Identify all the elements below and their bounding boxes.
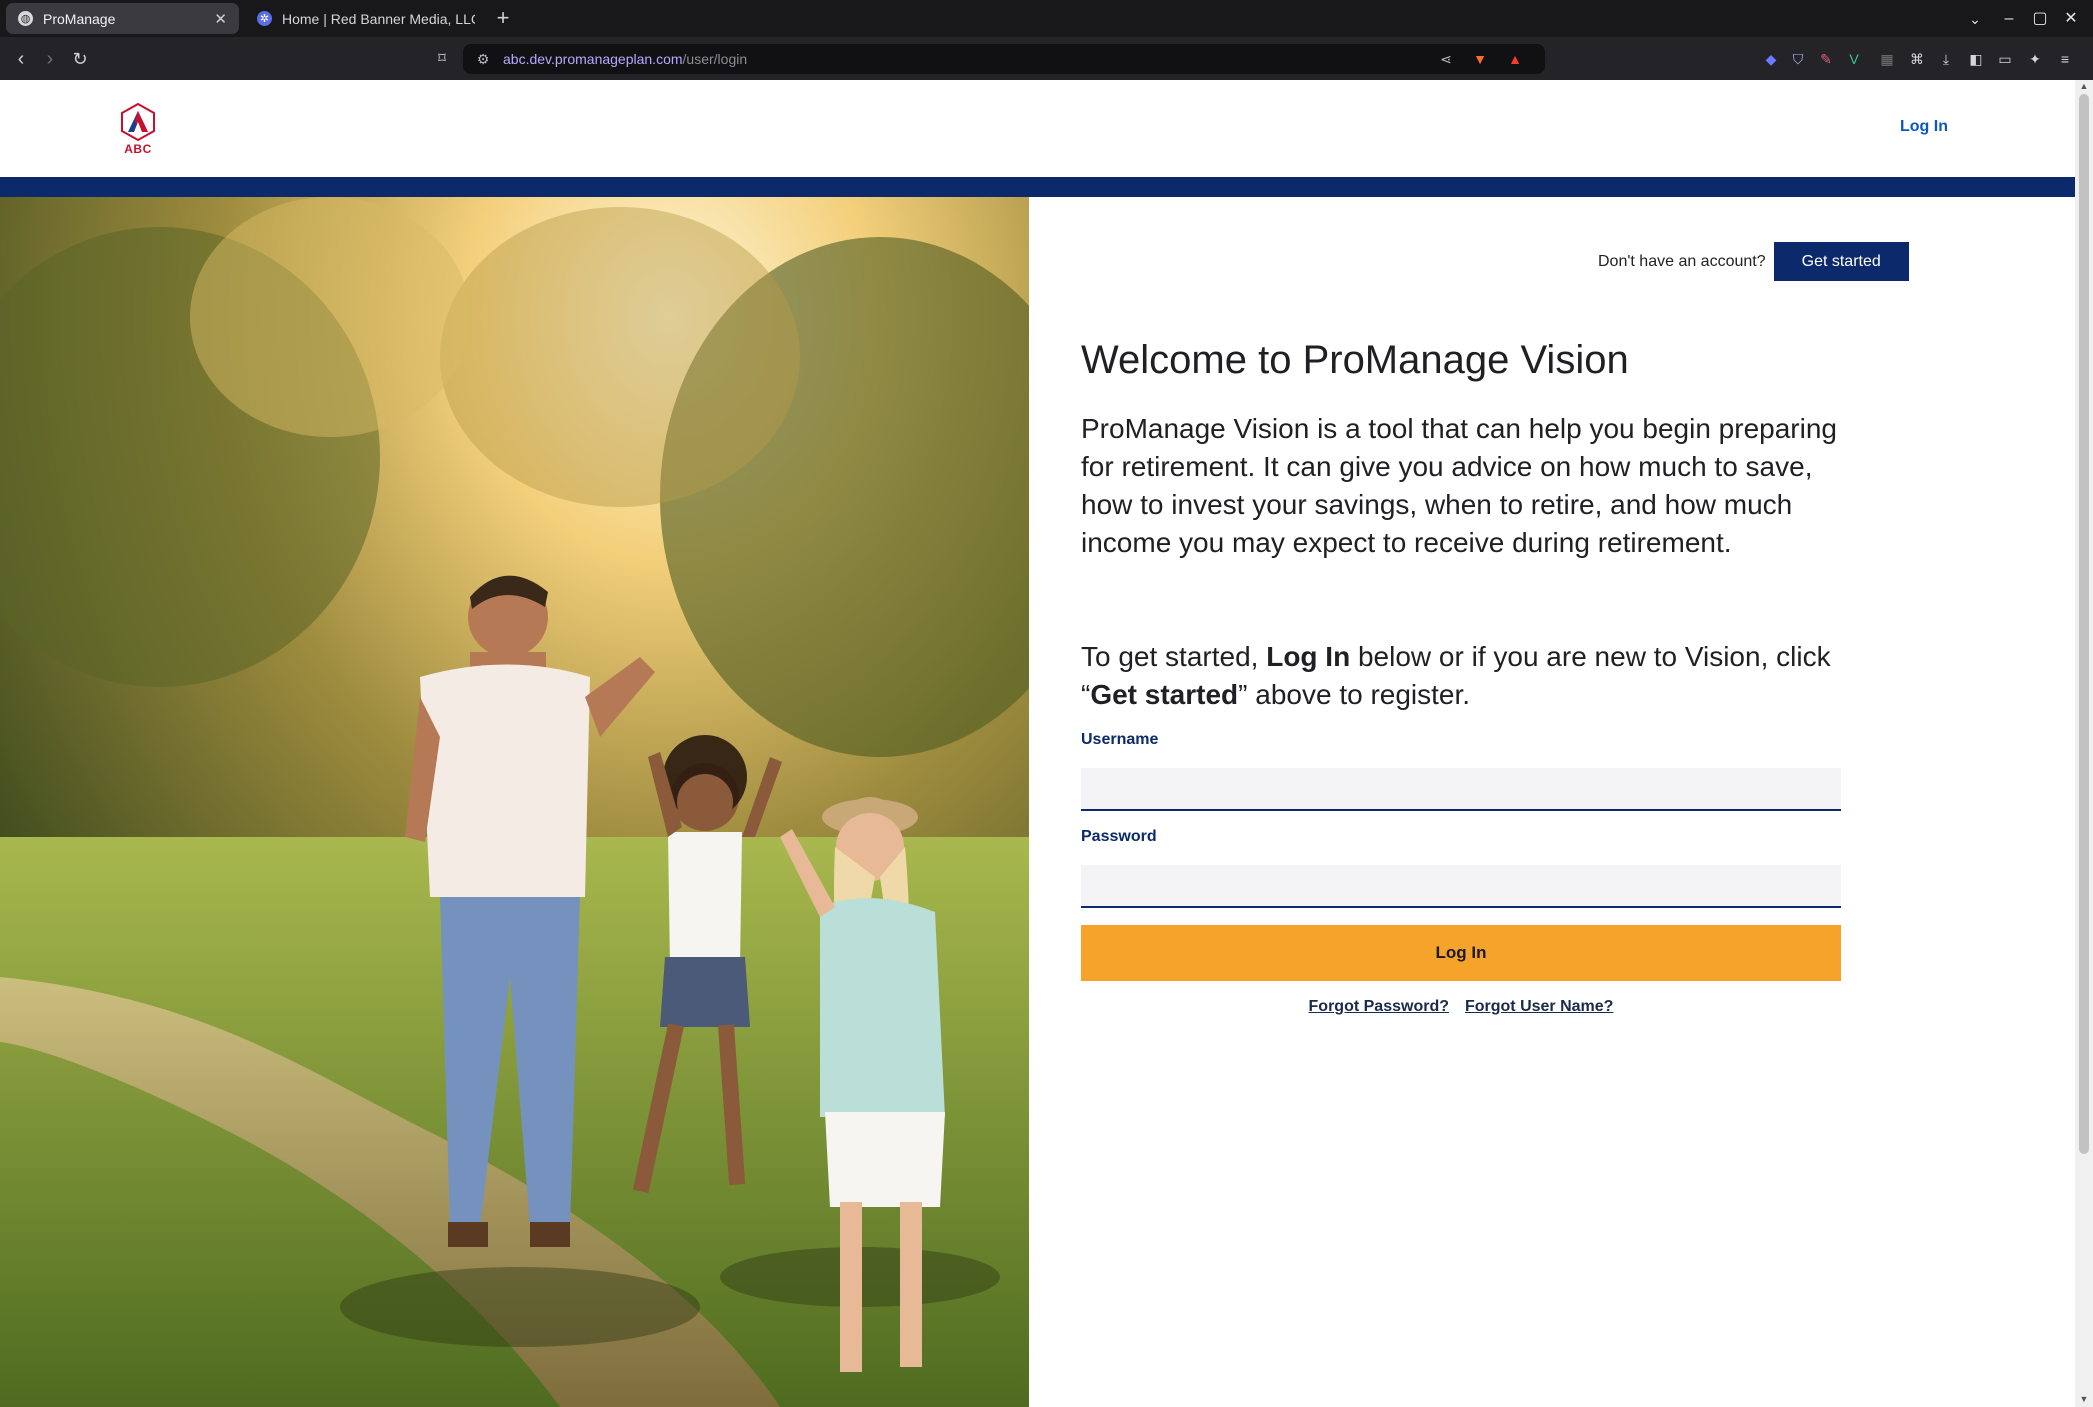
wallet-icon[interactable]: ▭	[1994, 48, 2016, 70]
extension-badge-icon[interactable]: ◆	[1760, 48, 1782, 70]
abc-logo[interactable]: ABC	[118, 102, 158, 158]
minimize-icon[interactable]: –	[1996, 6, 2022, 32]
header-login-link[interactable]: Log In	[1900, 118, 1948, 136]
tab-promanage[interactable]: ◍ ProManage ✕	[6, 3, 239, 34]
abc-logo-icon	[121, 102, 155, 142]
site-settings-icon[interactable]: ⚙	[473, 49, 493, 69]
hero-image	[0, 197, 1029, 1407]
get-started-emphasis: Get started	[1090, 679, 1239, 710]
site-header: ABC Log In	[0, 80, 2075, 177]
sidebar-icon[interactable]: ◧	[1965, 48, 1987, 70]
brave-rewards-icon[interactable]: ▲	[1505, 49, 1525, 69]
leo-ai-icon[interactable]: ✦	[2024, 48, 2046, 70]
tab-list-chevron-icon[interactable]: ⌄	[1962, 6, 1988, 32]
back-icon[interactable]: ‹	[7, 45, 35, 73]
login-emphasis: Log In	[1266, 641, 1351, 672]
extension-icon[interactable]: ✎	[1815, 48, 1837, 70]
menu-icon[interactable]: ≡	[2054, 48, 2076, 70]
password-label: Password	[1081, 828, 1157, 845]
forward-icon[interactable]: ›	[36, 45, 64, 73]
maximize-icon[interactable]: ▢	[2027, 6, 2053, 32]
forgot-links: Forgot Password? Forgot User Name?	[1081, 998, 1841, 1016]
browser-toolbar: ‹ › ↻ ⌑ ⚙ abc.dev.promanageplan.com/user…	[0, 37, 2093, 80]
extensions-puzzle-icon[interactable]: ⌘	[1906, 48, 1928, 70]
bookmark-icon[interactable]: ⌑	[428, 45, 456, 73]
tab-title: ProManage	[43, 10, 116, 27]
page-scrollbar[interactable]: ▲ ▼	[2075, 80, 2093, 1407]
forgot-password-link[interactable]: Forgot Password?	[1309, 998, 1449, 1016]
tab-red-banner[interactable]: ✲ Home | Red Banner Media, LLC ·	[245, 3, 475, 34]
signup-prompt: Don't have an account?	[1598, 252, 1766, 270]
password-input[interactable]	[1081, 865, 1841, 908]
tab-title: Home | Red Banner Media, LLC ·	[282, 10, 475, 27]
get-started-instructions: To get started, Log In below or if you a…	[1081, 641, 1831, 710]
username-input[interactable]	[1081, 768, 1841, 811]
share-icon[interactable]: ⋖	[1436, 49, 1456, 69]
logo-text: ABC	[124, 142, 152, 156]
close-tab-icon[interactable]: ✕	[214, 10, 227, 28]
vue-devtools-icon[interactable]: V	[1843, 48, 1865, 70]
new-tab-button[interactable]: +	[490, 6, 516, 32]
close-window-icon[interactable]: ✕	[2058, 6, 2084, 32]
gear-favicon-icon: ✲	[257, 11, 272, 26]
tab-strip: ◍ ProManage ✕ ✲ Home | Red Banner Media,…	[0, 0, 2093, 37]
scroll-up-icon[interactable]: ▲	[2075, 80, 2093, 92]
login-button[interactable]: Log In	[1081, 925, 1841, 981]
signup-row: Don't have an account? Get started	[1598, 242, 1909, 281]
bitwarden-icon[interactable]: ⛉	[1787, 48, 1809, 70]
get-started-button[interactable]: Get started	[1773, 242, 1909, 281]
family-park-illustration	[0, 197, 1029, 1407]
globe-icon: ◍	[18, 11, 33, 26]
scroll-down-icon[interactable]: ▼	[2075, 1393, 2093, 1405]
brave-shield-icon[interactable]: ▼	[1470, 49, 1490, 69]
address-bar[interactable]: ⚙ abc.dev.promanageplan.com/user/login ⋖…	[463, 44, 1545, 74]
reload-icon[interactable]: ↻	[66, 45, 94, 73]
forgot-username-link[interactable]: Forgot User Name?	[1465, 998, 1613, 1016]
page-content: ABC Log In Don't have an account? Get st…	[0, 80, 2075, 1407]
page-title: Welcome to ProManage Vision	[1081, 338, 1629, 382]
intro-paragraph: ProManage Vision is a tool that can help…	[1081, 413, 1837, 558]
url-text: abc.dev.promanageplan.com/user/login	[503, 51, 748, 67]
download-icon[interactable]: ⤓	[1935, 48, 1957, 70]
scroll-thumb[interactable]	[2079, 94, 2089, 1154]
navy-accent-band	[0, 177, 2075, 197]
browser-chrome: ◍ ProManage ✕ ✲ Home | Red Banner Media,…	[0, 0, 2093, 80]
extension-disabled-icon[interactable]: ▦	[1876, 48, 1898, 70]
username-label: Username	[1081, 731, 1159, 748]
